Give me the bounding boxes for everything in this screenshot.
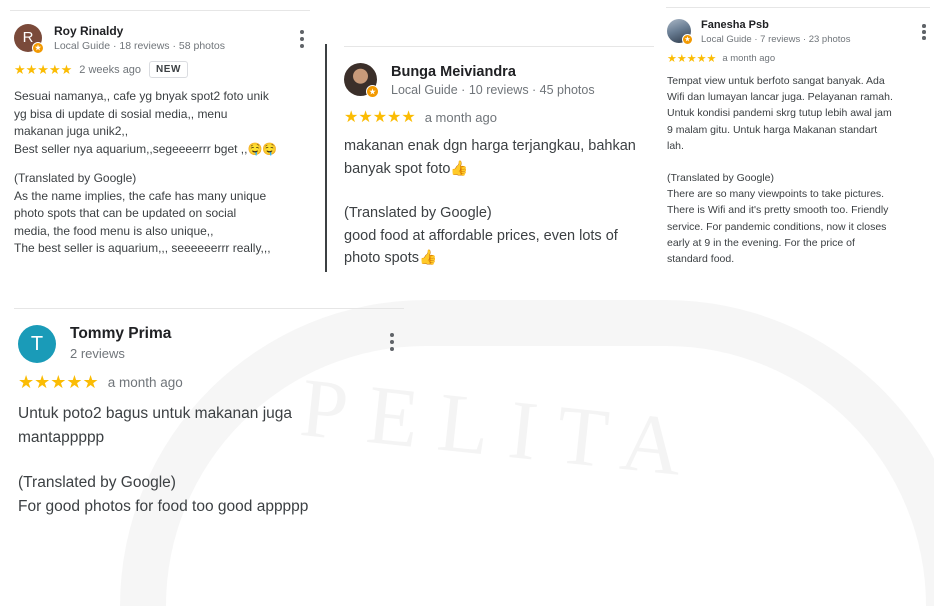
translated-line: photo spots that can be updated on socia… xyxy=(14,206,237,220)
review-date: a month ago xyxy=(107,375,183,390)
reviewer-meta: Local Guide · 10 reviews · 45 photos xyxy=(391,83,595,97)
review-line: Wifi dan lumayan lancar juga. Pelayanan … xyxy=(667,91,893,104)
review-line: 9 malam gitu. Untuk harga Makanan standa… xyxy=(667,123,878,136)
rating-row: ★★★★★ a month ago xyxy=(667,52,775,65)
review-line: Sesuai namanya,, cafe yg bnyak spot2 fot… xyxy=(14,89,269,103)
rating-row: ★★★★★ a month ago xyxy=(344,107,497,127)
review-card-bunga: ★ Bunga Meiviandra Local Guide · 10 revi… xyxy=(330,0,660,280)
star-rating: ★★★★★ xyxy=(667,53,717,65)
translated-label: (Translated by Google) xyxy=(18,474,176,491)
rating-row: ★★★★★ a month ago xyxy=(18,372,183,393)
more-options-icon[interactable] xyxy=(390,333,394,351)
review-card-fanesha: ★ Fanesha Psb Local Guide · 7 reviews · … xyxy=(660,0,934,280)
review-card-tommy: T Tommy Prima 2 reviews ★★★★★ a month ag… xyxy=(0,300,420,518)
translated-line: There is Wifi and it's pretty smooth too… xyxy=(667,204,889,217)
translated-line: As the name implies, the cafe has many u… xyxy=(14,188,267,203)
divider xyxy=(14,308,404,309)
translated-line: For good photos for food too good appppp xyxy=(18,497,309,515)
star-rating: ★★★★★ xyxy=(344,109,416,126)
reviewer-meta: 2 reviews xyxy=(70,346,125,361)
review-line: Untuk kondisi pandemi skrg tutup lebih a… xyxy=(667,107,892,120)
avatar[interactable]: ★ xyxy=(667,19,693,45)
review-line: Best seller nya aquarium,,segeeeerrr bge… xyxy=(14,141,278,156)
review-text: Tempat view untuk berfoto sangat banyak.… xyxy=(667,73,933,267)
more-options-icon[interactable] xyxy=(300,30,304,48)
review-date: 2 weeks ago xyxy=(79,63,142,76)
translated-label: (Translated by Google) xyxy=(344,205,492,221)
review-date: a month ago xyxy=(424,109,497,125)
translated-line: The best seller is aquarium,,, seeeeeerr… xyxy=(14,241,271,255)
reviewer-name[interactable]: Roy Rinaldy xyxy=(54,24,123,38)
review-line: yg bisa di update di sosial media,, menu xyxy=(14,106,228,121)
star-rating: ★★★★★ xyxy=(18,372,99,392)
review-text: Sesuai namanya,, cafe yg bnyak spot2 fot… xyxy=(14,88,314,258)
translated-line: good food at affordable prices, even lot… xyxy=(344,227,618,244)
vertical-divider xyxy=(325,44,327,272)
review-line: lah. xyxy=(667,139,684,152)
review-line: Tempat view untuk berfoto sangat banyak.… xyxy=(667,75,885,87)
avatar[interactable]: ★ xyxy=(344,63,379,98)
review-line: makanan juga unik2,, xyxy=(14,124,129,138)
review-text: Untuk poto2 bagus untuk makanan juga man… xyxy=(18,402,418,518)
new-badge: NEW xyxy=(149,61,188,78)
translated-line: early at 9 in the evening. For the price… xyxy=(667,236,855,249)
review-text: makanan enak dgn harga terjangkau, bahka… xyxy=(344,135,659,270)
divider xyxy=(344,46,654,47)
review-date: a month ago xyxy=(722,53,776,64)
avatar[interactable]: R ★ xyxy=(14,24,44,54)
reviewer-name[interactable]: Fanesha Psb xyxy=(701,19,769,31)
reviewer-name[interactable]: Bunga Meiviandra xyxy=(391,64,516,80)
translated-line: standard food. xyxy=(667,253,735,266)
review-line: mantappppp xyxy=(18,428,105,446)
reviewer-meta: Local Guide · 18 reviews · 58 photos xyxy=(54,40,226,52)
divider xyxy=(666,7,930,8)
translated-label: (Translated by Google) xyxy=(14,171,137,185)
review-card-roy: R ★ Roy Rinaldy Local Guide · 18 reviews… xyxy=(0,0,320,280)
star-rating: ★★★★★ xyxy=(14,61,73,77)
translated-line: There are so many viewpoints to take pic… xyxy=(667,188,885,201)
rating-row: ★★★★★ 2 weeks ago NEW xyxy=(14,61,188,78)
reviewer-name[interactable]: Tommy Prima xyxy=(70,325,171,343)
review-line: banyak spot foto👍 xyxy=(344,160,469,177)
translated-line: service. For pandemic conditions, now it… xyxy=(667,220,887,233)
avatar[interactable]: T xyxy=(18,325,56,363)
review-line: Untuk poto2 bagus untuk makanan juga xyxy=(18,405,293,422)
translated-line: media, the food menu is also unique,, xyxy=(14,223,214,238)
local-guide-badge-icon: ★ xyxy=(32,42,44,54)
translated-label: (Translated by Google) xyxy=(667,172,774,185)
review-line: makanan enak dgn harga terjangkau, bahka… xyxy=(344,138,636,154)
divider xyxy=(10,10,310,11)
reviewer-meta: Local Guide · 7 reviews · 23 photos xyxy=(701,34,851,45)
more-options-icon[interactable] xyxy=(922,24,926,40)
local-guide-badge-icon: ★ xyxy=(682,34,693,45)
translated-line: photo spots👍 xyxy=(344,250,438,266)
avatar-letter: T xyxy=(30,333,44,355)
local-guide-badge-icon: ★ xyxy=(366,85,379,98)
